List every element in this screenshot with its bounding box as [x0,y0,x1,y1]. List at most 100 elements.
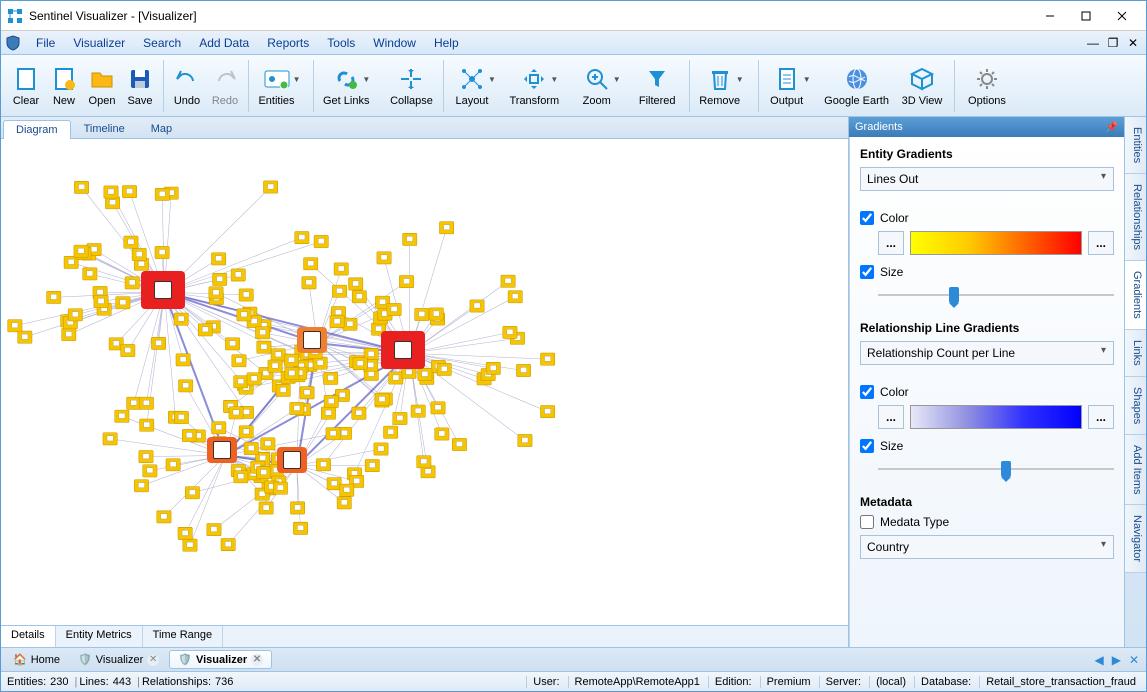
gear-icon [973,65,1001,93]
mdi-minimize[interactable]: — [1084,35,1102,51]
status-server-value: (local) [869,676,906,688]
collapse-icon [397,65,425,93]
trash-icon: ▼ [706,65,734,93]
menu-help[interactable]: Help [425,34,468,52]
entity-gradient-select[interactable]: Lines Out [860,167,1114,191]
entity-size-slider[interactable] [878,285,1114,305]
menu-tools[interactable]: Tools [318,34,364,52]
close-icon[interactable]: ✕ [251,654,263,666]
output-button[interactable]: ▼Output [763,63,819,109]
maximize-button[interactable] [1068,3,1104,29]
get-links-button[interactable]: ▼Get Links [318,63,383,109]
tab-entity-metrics[interactable]: Entity Metrics [56,626,143,647]
menu-search[interactable]: Search [134,34,190,52]
remove-button[interactable]: ▼Remove [694,63,754,109]
nav-close[interactable]: ✕ [1126,653,1142,667]
document-icon: ▼ [773,65,801,93]
layout-button[interactable]: ▼Layout [448,63,504,109]
toolbar: Clear New Open Save Undo Redo ▼Entities … [1,55,1146,117]
filtered-button[interactable]: Filtered [629,63,685,109]
minimize-button[interactable] [1032,3,1068,29]
hub-node[interactable] [277,447,307,473]
status-lines-label: Lines: [79,676,108,688]
doc-tab-visualizer-2[interactable]: 🛡️Visualizer✕ [169,650,272,669]
tab-details[interactable]: Details [1,626,56,647]
clear-button[interactable]: Clear [7,63,45,109]
color-start-button[interactable]: ... [878,405,904,429]
page-new-icon [50,65,78,93]
status-user-label: User: [526,676,559,688]
vtab-gradients[interactable]: Gradients [1125,261,1146,330]
menu-visualizer[interactable]: Visualizer [64,34,134,52]
open-button[interactable]: Open [83,63,121,109]
mdi-close[interactable]: ✕ [1124,35,1142,51]
color-end-button[interactable]: ... [1088,405,1114,429]
menu-add-data[interactable]: Add Data [190,34,258,52]
hub-node[interactable] [207,437,237,463]
document-tabs: 🏠Home 🛡️Visualizer✕ 🛡️Visualizer✕ ◀ ▶ ✕ [1,647,1146,671]
rel-size-checkbox[interactable]: Size [860,439,1114,453]
tab-map[interactable]: Map [138,119,185,138]
mdi-restore[interactable]: ❐ [1104,35,1122,51]
rel-size-slider[interactable] [878,459,1114,479]
vtab-relationships[interactable]: Relationships [1125,174,1146,261]
status-edition-label: Edition: [708,676,752,688]
panel-header: Gradients 📌 [849,117,1124,137]
save-button[interactable]: Save [121,63,159,109]
vtab-add-items[interactable]: Add Items [1125,435,1146,506]
status-server-label: Server: [819,676,861,688]
menu-window[interactable]: Window [364,34,425,52]
tab-time-range[interactable]: Time Range [143,626,224,647]
hub-node[interactable] [297,327,327,353]
menu-file[interactable]: File [27,34,64,52]
hub-node[interactable] [381,331,425,369]
google-earth-button[interactable]: Google Earth [819,63,894,109]
close-button[interactable] [1104,3,1140,29]
entities-button[interactable]: ▼Entities [253,63,309,109]
entity-color-checkbox[interactable]: Color [860,211,1114,225]
collapse-button[interactable]: Collapse [383,63,439,109]
metadata-title: Metadata [860,495,1114,509]
vtab-navigator[interactable]: Navigator [1125,505,1146,573]
globe-icon [843,65,871,93]
vtab-links[interactable]: Links [1125,330,1146,377]
vtab-shapes[interactable]: Shapes [1125,377,1146,435]
nav-prev[interactable]: ◀ [1091,653,1106,667]
floppy-disk-icon [126,65,154,93]
close-icon[interactable]: ✕ [147,654,159,666]
toolbar-separator [954,60,955,112]
rel-color-checkbox[interactable]: Color [860,385,1114,399]
3d-view-button[interactable]: 3D View [894,63,950,109]
pin-icon[interactable]: 📌 [1106,122,1118,133]
home-icon: 🏠 [13,653,27,666]
options-button[interactable]: Options [959,63,1015,109]
metadata-select[interactable]: Country [860,535,1114,559]
app-icon [7,8,23,24]
diagram-canvas[interactable] [1,139,848,625]
status-user-value: RemoteApp\RemoteApp1 [568,676,700,688]
color-end-button[interactable]: ... [1088,231,1114,255]
undo-button[interactable]: Undo [168,63,206,109]
status-edition-value: Premium [760,676,811,688]
nav-next[interactable]: ▶ [1109,653,1124,667]
entity-size-checkbox[interactable]: Size [860,265,1114,279]
chevron-down-icon: ▼ [293,75,301,84]
vtab-entities[interactable]: Entities [1125,117,1146,174]
redo-button[interactable]: Redo [206,63,244,109]
relationship-gradient-select[interactable]: Relationship Count per Line [860,341,1114,365]
hub-node[interactable] [141,271,185,309]
metadata-type-checkbox[interactable]: Medata Type [860,515,1114,529]
panel-body: Entity Gradients Lines Out Color ... ...… [849,137,1124,647]
person-icon [213,441,231,459]
color-start-button[interactable]: ... [878,231,904,255]
toolbar-separator [689,60,690,112]
transform-button[interactable]: ▼Transform [504,63,573,109]
tab-timeline[interactable]: Timeline [71,119,138,138]
doc-tab-visualizer-1[interactable]: 🛡️Visualizer✕ [70,651,167,668]
new-button[interactable]: New [45,63,83,109]
doc-tab-home[interactable]: 🏠Home [5,651,68,668]
zoom-button[interactable]: ▼Zoom [573,63,629,109]
tab-diagram[interactable]: Diagram [3,120,71,139]
mdi-controls: — ❐ ✕ [1084,35,1142,51]
menu-reports[interactable]: Reports [258,34,318,52]
